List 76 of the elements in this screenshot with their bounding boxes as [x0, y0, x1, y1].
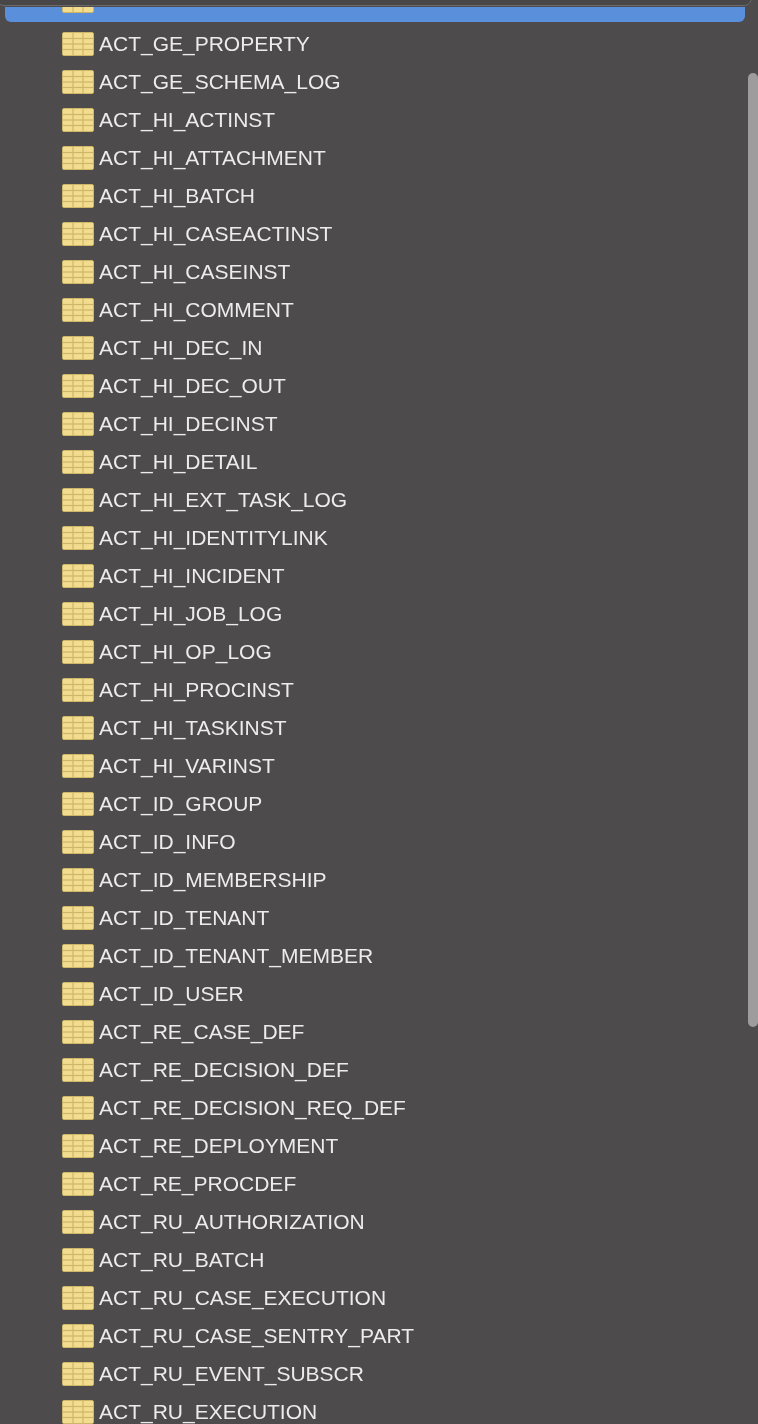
table-list-item[interactable]: ACT_HI_EXT_TASK_LOG: [5, 481, 745, 519]
table-icon: [62, 830, 94, 854]
table-icon: [62, 32, 94, 56]
table-icon: [62, 602, 94, 626]
table-list-item[interactable]: ACT_HI_BATCH: [5, 177, 745, 215]
table-list-item[interactable]: ACT_HI_CASEINST: [5, 253, 745, 291]
table-icon: [62, 1058, 94, 1082]
table-list-item[interactable]: ACT_HI_VARINST: [5, 747, 745, 785]
table-icon: [62, 1134, 94, 1158]
table-list-item[interactable]: ACT_ID_INFO: [5, 823, 745, 861]
table-icon: [62, 298, 94, 322]
table-list-item[interactable]: ACT_HI_ATTACHMENT: [5, 139, 745, 177]
table-icon: [62, 1324, 94, 1348]
table-list-item[interactable]: ACT_HI_DEC_OUT: [5, 367, 745, 405]
table-icon: [62, 222, 94, 246]
table-list-item[interactable]: ACT_ID_TENANT: [5, 899, 745, 937]
table-list-item[interactable]: ACT_ID_GROUP: [5, 785, 745, 823]
table-icon: [62, 450, 94, 474]
table-list-item[interactable]: ACT_RE_PROCDEF: [5, 1165, 745, 1203]
table-list-item[interactable]: ACT_ID_MEMBERSHIP: [5, 861, 745, 899]
table-list-item[interactable]: ACT_HI_DEC_IN: [5, 329, 745, 367]
table-icon: [62, 412, 94, 436]
table-icon: [62, 868, 94, 892]
table-icon: [62, 944, 94, 968]
table-icon: [62, 1362, 94, 1386]
table-list-item[interactable]: ACT_RE_CASE_DEF: [5, 1013, 745, 1051]
table-icon: [62, 754, 94, 778]
table-list-item[interactable]: ACT_ID_USER: [5, 975, 745, 1013]
table-icon: [62, 716, 94, 740]
table-list-item[interactable]: ACT_RU_CASE_EXECUTION: [5, 1279, 745, 1317]
table-list-item[interactable]: ACT_HI_INCIDENT: [5, 557, 745, 595]
table-icon: [62, 1096, 94, 1120]
table-icon: [62, 982, 94, 1006]
table-list-item[interactable]: ACT_HI_DECINST: [5, 405, 745, 443]
table-icon: [62, 1020, 94, 1044]
table-list-item[interactable]: ACT_HI_CASEACTINST: [5, 215, 745, 253]
table-icon: [62, 906, 94, 930]
table-icon: [62, 526, 94, 550]
table-list-item[interactable]: ACT_RE_DECISION_DEF: [5, 1051, 745, 1089]
table-list-item[interactable]: ACT_RU_AUTHORIZATION: [5, 1203, 745, 1241]
table-icon: [62, 146, 94, 170]
table-list-item[interactable]: ACT_RE_DEPLOYMENT: [5, 1127, 745, 1165]
table-list-item[interactable]: [5, 7, 745, 22]
table-icon: [62, 374, 94, 398]
table-list-item[interactable]: ACT_RU_CASE_SENTRY_PART: [5, 1317, 745, 1355]
table-icon: [62, 792, 94, 816]
table-icon: [62, 678, 94, 702]
table-list-item[interactable]: ACT_RE_DECISION_REQ_DEF: [5, 1089, 745, 1127]
table-list-item[interactable]: ACT_GE_SCHEMA_LOG: [5, 63, 745, 101]
table-icon: [62, 70, 94, 94]
table-list-item[interactable]: ACT_HI_TASKINST: [5, 709, 745, 747]
table-icon: [62, 640, 94, 664]
table-list-item[interactable]: ACT_HI_OP_LOG: [5, 633, 745, 671]
table-list-item[interactable]: ACT_ID_TENANT_MEMBER: [5, 937, 745, 975]
table-list-item[interactable]: ACT_GE_PROPERTY: [5, 25, 745, 63]
table-icon: [62, 1172, 94, 1196]
table-list-item[interactable]: ACT_HI_JOB_LOG: [5, 595, 745, 633]
table-list-item[interactable]: ACT_RU_BATCH: [5, 1241, 745, 1279]
table-list-item[interactable]: ACT_RU_EXECUTION: [5, 1393, 745, 1424]
table-list-item[interactable]: ACT_HI_COMMENT: [5, 291, 745, 329]
table-icon: [62, 488, 94, 512]
table-icon: [62, 1210, 94, 1234]
table-list-item[interactable]: ACT_HI_IDENTITYLINK: [5, 519, 745, 557]
table-icon: [62, 1286, 94, 1310]
table-icon: [62, 1400, 94, 1424]
table-icon: [62, 108, 94, 132]
table-icon: [62, 1248, 94, 1272]
table-list-item[interactable]: ACT_RU_EVENT_SUBSCR: [5, 1355, 745, 1393]
table-list-item[interactable]: ACT_HI_DETAIL: [5, 443, 745, 481]
table-icon: [62, 184, 94, 208]
table-list-item[interactable]: ACT_HI_ACTINST: [5, 101, 745, 139]
scrollbar-thumb[interactable]: [748, 73, 758, 1027]
table-icon: [62, 564, 94, 588]
table-list-item[interactable]: ACT_HI_PROCINST: [5, 671, 745, 709]
table-icon: [62, 260, 94, 284]
table-icon: [62, 336, 94, 360]
